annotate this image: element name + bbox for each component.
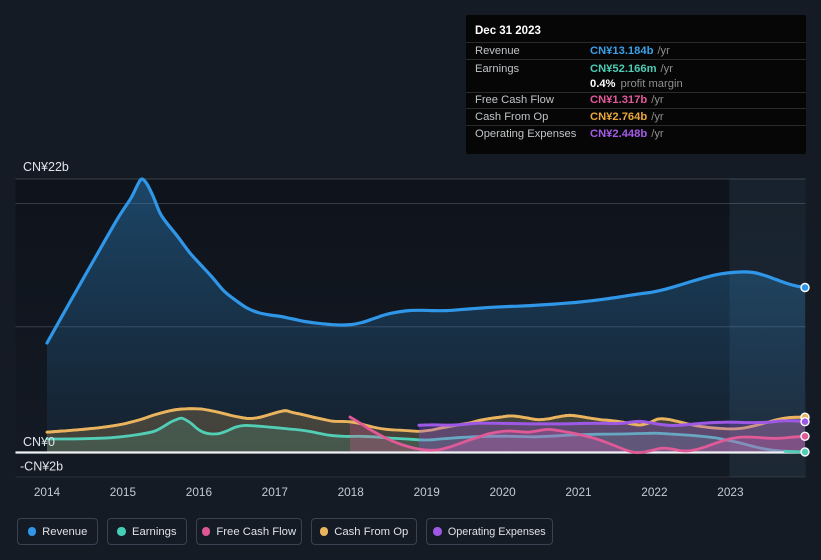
svg-text:CN¥0: CN¥0 xyxy=(23,435,55,449)
svg-text:2020: 2020 xyxy=(489,485,516,499)
svg-text:-CN¥2b: -CN¥2b xyxy=(20,460,63,474)
svg-text:2022: 2022 xyxy=(641,485,667,499)
svg-text:2017: 2017 xyxy=(262,485,288,499)
svg-text:2015: 2015 xyxy=(110,485,137,499)
svg-text:2016: 2016 xyxy=(186,485,213,499)
svg-text:2018: 2018 xyxy=(338,485,365,499)
svg-text:2023: 2023 xyxy=(717,485,744,499)
svg-text:2014: 2014 xyxy=(34,485,61,499)
svg-text:2019: 2019 xyxy=(414,485,440,499)
svg-text:2021: 2021 xyxy=(565,485,591,499)
svg-text:CN¥22b: CN¥22b xyxy=(23,160,69,174)
